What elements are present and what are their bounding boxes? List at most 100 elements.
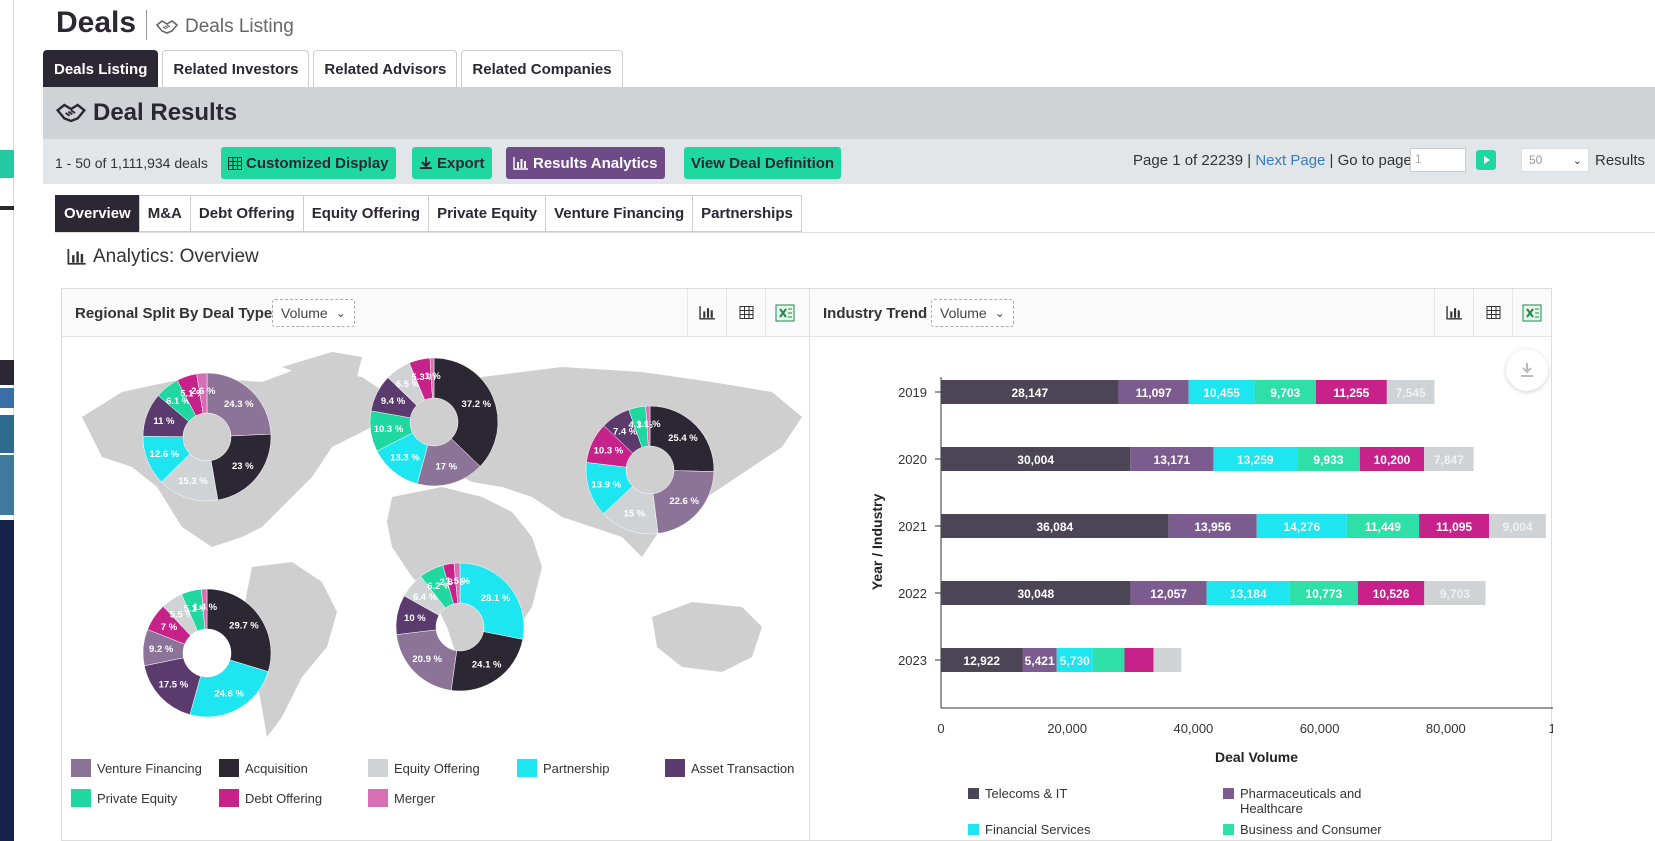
- chart-view-button[interactable]: [1434, 289, 1473, 336]
- legend-swatch: [71, 789, 91, 807]
- x-tick-label: 100,000: [1549, 721, 1554, 736]
- view-deal-definition-button[interactable]: View Deal Definition: [684, 147, 842, 179]
- results-analytics-button[interactable]: Results Analytics: [506, 147, 665, 179]
- x-tick-label: 0: [937, 721, 944, 736]
- x-tick-label: 40,000: [1174, 721, 1214, 736]
- legend-swatch: [368, 789, 388, 807]
- subtab-equity-offering[interactable]: Equity Offering: [302, 195, 430, 232]
- legend-swatch: [219, 789, 239, 807]
- bar-segment-business-and-consumer-2023[interactable]: [1092, 648, 1125, 672]
- go-to-page-button[interactable]: [1476, 150, 1496, 170]
- table-view-button[interactable]: [1473, 289, 1512, 336]
- sidebar-fragment-divider: [0, 206, 14, 210]
- chevron-down-icon: ⌄: [335, 306, 346, 320]
- page-indicator: Page 1 of 22239: [1133, 152, 1244, 169]
- legend-swatch: [368, 759, 388, 777]
- legend-item-pharmaceuticals-and-healthcare[interactable]: Pharmaceuticals and Healthcare: [1223, 786, 1423, 816]
- industry-trend-panel: Industry Trend Volume ⌄ 2019 28,147 11,097…: [809, 288, 1554, 841]
- bar-data-label: 30,004: [1017, 453, 1054, 467]
- excel-export-button[interactable]: [765, 289, 804, 336]
- results-heading-text: Deal Results: [93, 99, 238, 126]
- view-deal-definition-label: View Deal Definition: [691, 154, 835, 172]
- legend-item-equity-offering[interactable]: Equity Offering: [368, 759, 480, 777]
- table-view-button[interactable]: [726, 289, 765, 336]
- legend-item-partnership[interactable]: Partnership: [517, 759, 609, 777]
- bar-data-label: 7,545: [1396, 386, 1426, 400]
- donut-slice-label: 11 %: [153, 416, 175, 427]
- export-label: Export: [437, 154, 485, 172]
- region-donut-4: 29.7 %24.6 %17.5 %9.2 %7 %5.5 %5.1 %1.4 …: [142, 588, 272, 718]
- tab-related-companies[interactable]: Related Companies: [461, 50, 623, 87]
- legend-label: Merger: [394, 790, 436, 806]
- bar-segment-series-5-2023[interactable]: [1153, 648, 1182, 672]
- regional-metric-dropdown[interactable]: Volume ⌄: [272, 299, 355, 327]
- go-to-page-input[interactable]: 1: [1410, 148, 1466, 172]
- subtab-partnerships[interactable]: Partnerships: [692, 195, 802, 232]
- sidebar-fragment-navy: [0, 520, 14, 841]
- title-separator: [146, 10, 147, 40]
- legend-swatch: [1223, 788, 1234, 799]
- excel-icon: [1522, 304, 1542, 321]
- table-icon: [1486, 306, 1500, 319]
- legend-item-debt-offering[interactable]: Debt Offering: [219, 789, 322, 807]
- left-sidebar-fragment: [0, 0, 14, 841]
- legend-item-asset-transaction[interactable]: Asset Transaction: [665, 759, 794, 777]
- handshake-icon: [55, 103, 87, 123]
- subtab-private-equity[interactable]: Private Equity: [428, 195, 547, 232]
- results-per-page-select[interactable]: 50 ⌄: [1521, 148, 1589, 172]
- legend-item-venture-financing[interactable]: Venture Financing: [71, 759, 202, 777]
- legend-item-merger[interactable]: Merger: [368, 789, 435, 807]
- bar-data-label: 12,057: [1150, 587, 1187, 601]
- legend-item-acquisition[interactable]: Acquisition: [219, 759, 308, 777]
- donut-slice-label: 24.6 %: [214, 688, 244, 699]
- subtab-venture-financing[interactable]: Venture Financing: [545, 195, 694, 232]
- deal-type-tabs: Overview M&A Debt Offering Equity Offering P…: [55, 195, 802, 232]
- legend-label: Debt Offering: [245, 790, 323, 806]
- bar-segment-series-4-2023[interactable]: [1124, 648, 1154, 672]
- legend-label: Partnership: [543, 760, 610, 776]
- legend-item-business-and-consumer[interactable]: Business and Consumer: [1223, 822, 1423, 837]
- chevron-down-icon: ⌄: [994, 306, 1005, 320]
- legend-label: Private Equity: [97, 790, 178, 806]
- bar-data-label: 30,048: [1017, 587, 1054, 601]
- table-icon: [228, 156, 242, 170]
- customized-display-button[interactable]: Customized Display: [221, 147, 396, 179]
- bar-data-label: 36,084: [1036, 520, 1073, 534]
- export-button[interactable]: Export: [412, 147, 492, 179]
- results-heading: Deal Results: [55, 99, 237, 127]
- customized-display-label: Customized Display: [246, 154, 389, 172]
- page-subtitle: Deals Listing: [155, 16, 294, 38]
- legend-item-telecoms-and-it[interactable]: Telecoms & IT: [968, 786, 1168, 801]
- tab-deals-listing[interactable]: Deals Listing: [43, 50, 159, 87]
- donut-slice-label: 24.3 %: [224, 399, 254, 410]
- analytics-heading-text: Analytics: Overview: [93, 246, 259, 267]
- donut-slice-label: 1.1 %: [636, 419, 661, 430]
- industry-metric-dropdown[interactable]: Volume ⌄: [931, 299, 1014, 327]
- donut-slice-label: 24.1 %: [472, 659, 502, 670]
- donut-slice-label: 10 %: [404, 613, 426, 624]
- y-tick-label-2021: 2021: [898, 519, 927, 534]
- subtab-overview[interactable]: Overview: [55, 195, 140, 232]
- bar-data-label: 5,421: [1025, 654, 1055, 668]
- legend-swatch: [517, 759, 537, 777]
- next-page-link[interactable]: Next Page: [1255, 152, 1325, 169]
- tab-related-advisors[interactable]: Related Advisors: [313, 50, 458, 87]
- excel-export-button[interactable]: [1512, 289, 1551, 336]
- sidebar-fragment-blue-2: [0, 415, 14, 453]
- legend-label: Business and Consumer: [1240, 822, 1382, 837]
- analytics-heading: Analytics: Overview: [67, 246, 259, 268]
- subtab-manda[interactable]: M&A: [138, 195, 191, 232]
- tab-related-investors[interactable]: Related Investors: [162, 50, 310, 87]
- bar-data-label: 9,933: [1313, 453, 1343, 467]
- subtab-debt-offering[interactable]: Debt Offering: [189, 195, 304, 232]
- legend-label: Telecoms & IT: [985, 786, 1068, 801]
- handshake-icon: [155, 20, 179, 34]
- chart-view-button[interactable]: [687, 289, 726, 336]
- legend-item-private-equity[interactable]: Private Equity: [71, 789, 177, 807]
- donut-slice-label: 1.5 %: [446, 576, 471, 587]
- bar-data-label: 7,847: [1434, 453, 1464, 467]
- donut-slice-label: 2.6 %: [191, 386, 216, 397]
- top-tabs: Deals Listing Related Investors Related Ad…: [43, 50, 623, 87]
- donut-slice-label: 1.4 %: [193, 602, 218, 613]
- legend-item-financial-services[interactable]: Financial Services: [968, 822, 1168, 837]
